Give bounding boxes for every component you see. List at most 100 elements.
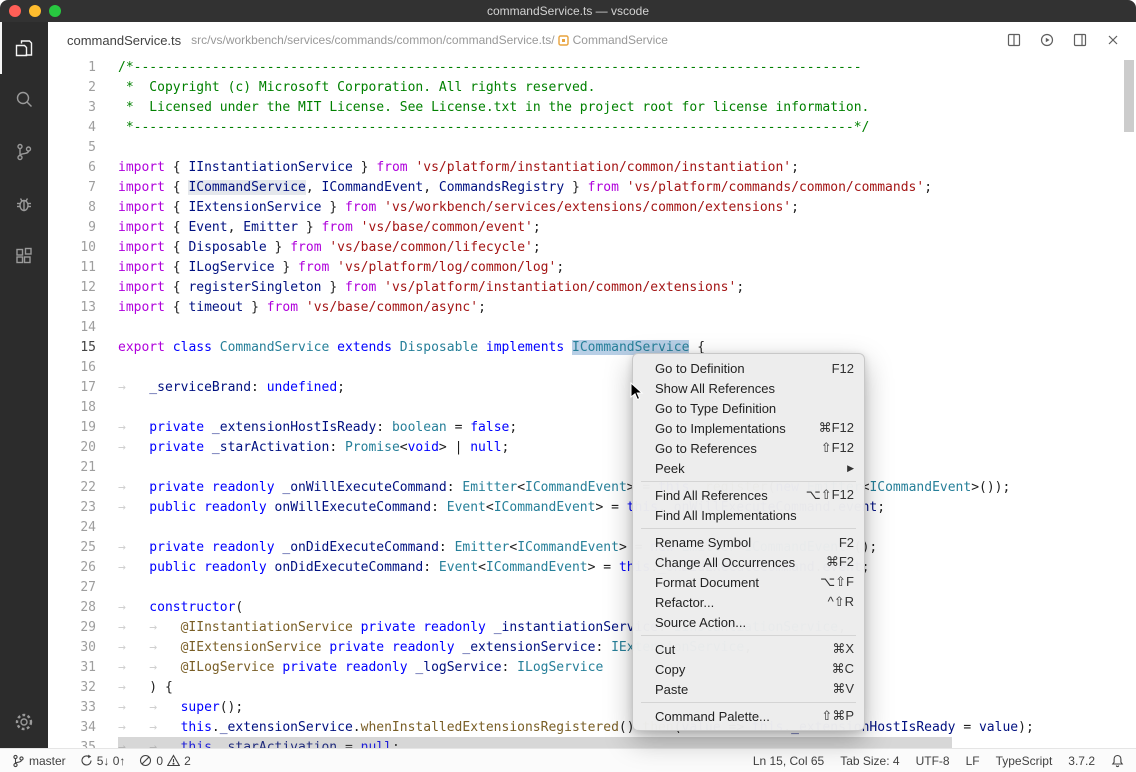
line-number[interactable]: 8: [48, 198, 110, 218]
settings-gear-icon[interactable]: [0, 696, 48, 748]
menu-item-refactor[interactable]: Refactor...^⇧R: [633, 592, 864, 612]
code-line-18[interactable]: 18: [48, 398, 1136, 418]
breadcrumb-symbol[interactable]: CommandService: [555, 33, 668, 47]
line-number[interactable]: 11: [48, 258, 110, 278]
notifications-bell-icon[interactable]: [1111, 754, 1124, 768]
line-number[interactable]: 21: [48, 458, 110, 478]
line-number[interactable]: 22: [48, 478, 110, 498]
menu-item-peek[interactable]: Peek▶: [633, 458, 864, 478]
line-number[interactable]: 16: [48, 358, 110, 378]
line-number[interactable]: 30: [48, 638, 110, 658]
line-number[interactable]: 26: [48, 558, 110, 578]
line-number[interactable]: 19: [48, 418, 110, 438]
code-line-30[interactable]: 30→→@IExtensionService private readonly …: [48, 638, 1136, 658]
line-number[interactable]: 5: [48, 138, 110, 158]
code-editor[interactable]: 1/*-------------------------------------…: [48, 58, 1136, 748]
code-line-9[interactable]: 9import { Event, Emitter } from 'vs/base…: [48, 218, 1136, 238]
debug-icon[interactable]: [0, 178, 48, 230]
menu-item-rename-symbol[interactable]: Rename SymbolF2: [633, 532, 864, 552]
line-number[interactable]: 33: [48, 698, 110, 718]
line-number[interactable]: 27: [48, 578, 110, 598]
menu-item-change-all-occurrences[interactable]: Change All Occurrences⌘F2: [633, 552, 864, 572]
eol-indicator[interactable]: LF: [966, 754, 980, 768]
minimize-window-button[interactable]: [29, 5, 41, 17]
vertical-scrollbar-thumb[interactable]: [1124, 60, 1134, 132]
line-number[interactable]: 25: [48, 538, 110, 558]
code-line-16[interactable]: 16: [48, 358, 1136, 378]
line-number[interactable]: 9: [48, 218, 110, 238]
menu-item-copy[interactable]: Copy⌘C: [633, 659, 864, 679]
language-mode[interactable]: TypeScript: [996, 754, 1053, 768]
code-line-1[interactable]: 1/*-------------------------------------…: [48, 58, 1136, 78]
menu-item-find-all-references[interactable]: Find All References⌥⇧F12: [633, 485, 864, 505]
line-number[interactable]: 17: [48, 378, 110, 398]
code-line-26[interactable]: 26→public readonly onDidExecuteCommand: …: [48, 558, 1136, 578]
line-number[interactable]: 10: [48, 238, 110, 258]
extensions-icon[interactable]: [0, 230, 48, 282]
line-number[interactable]: 20: [48, 438, 110, 458]
line-number[interactable]: 29: [48, 618, 110, 638]
code-line-22[interactable]: 22→private readonly _onWillExecuteComman…: [48, 478, 1136, 498]
menu-item-go-to-implementations[interactable]: Go to Implementations⌘F12: [633, 418, 864, 438]
close-window-button[interactable]: [9, 5, 21, 17]
line-number[interactable]: 6: [48, 158, 110, 178]
code-line-2[interactable]: 2 * Copyright (c) Microsoft Corporation.…: [48, 78, 1136, 98]
menu-item-go-to-definition[interactable]: Go to DefinitionF12: [633, 358, 864, 378]
line-number[interactable]: 18: [48, 398, 110, 418]
code-line-11[interactable]: 11import { ILogService } from 'vs/platfo…: [48, 258, 1136, 278]
run-icon[interactable]: [1039, 32, 1055, 48]
explorer-icon[interactable]: [0, 22, 48, 74]
code-line-23[interactable]: 23→public readonly onWillExecuteCommand:…: [48, 498, 1136, 518]
code-line-33[interactable]: 33→→super();: [48, 698, 1136, 718]
code-line-10[interactable]: 10import { Disposable } from 'vs/base/co…: [48, 238, 1136, 258]
menu-item-command-palette[interactable]: Command Palette...⇧⌘P: [633, 706, 864, 726]
code-line-6[interactable]: 6import { IInstantiationService } from '…: [48, 158, 1136, 178]
line-number[interactable]: 14: [48, 318, 110, 338]
code-line-27[interactable]: 27: [48, 578, 1136, 598]
toggle-layout-icon[interactable]: [1072, 32, 1088, 48]
line-number[interactable]: 23: [48, 498, 110, 518]
line-number[interactable]: 24: [48, 518, 110, 538]
line-number[interactable]: 4: [48, 118, 110, 138]
code-line-14[interactable]: 14: [48, 318, 1136, 338]
line-number[interactable]: 35: [48, 738, 110, 748]
code-line-34[interactable]: 34→→this._extensionService.whenInstalled…: [48, 718, 1136, 738]
code-line-3[interactable]: 3 * Licensed under the MIT License. See …: [48, 98, 1136, 118]
line-number[interactable]: 34: [48, 718, 110, 738]
code-line-4[interactable]: 4 *-------------------------------------…: [48, 118, 1136, 138]
encoding[interactable]: UTF-8: [916, 754, 950, 768]
sync-indicator[interactable]: 5↓ 0↑: [80, 754, 126, 768]
menu-item-find-all-implementations[interactable]: Find All Implementations: [633, 505, 864, 525]
code-line-7[interactable]: 7import { ICommandService, ICommandEvent…: [48, 178, 1136, 198]
menu-item-show-all-references[interactable]: Show All References: [633, 378, 864, 398]
code-line-5[interactable]: 5: [48, 138, 1136, 158]
code-line-32[interactable]: 32→) {: [48, 678, 1136, 698]
code-line-12[interactable]: 12import { registerSingleton } from 'vs/…: [48, 278, 1136, 298]
horizontal-scrollbar-thumb[interactable]: [118, 737, 952, 748]
line-number[interactable]: 12: [48, 278, 110, 298]
code-line-28[interactable]: 28→constructor(: [48, 598, 1136, 618]
tab-size[interactable]: Tab Size: 4: [840, 754, 899, 768]
menu-item-go-to-references[interactable]: Go to References⇧F12: [633, 438, 864, 458]
code-line-25[interactable]: 25→private readonly _onDidExecuteCommand…: [48, 538, 1136, 558]
code-line-31[interactable]: 31→→@ILogService private readonly _logSe…: [48, 658, 1136, 678]
menu-item-go-to-type-definition[interactable]: Go to Type Definition: [633, 398, 864, 418]
line-number[interactable]: 31: [48, 658, 110, 678]
code-line-20[interactable]: 20→private _starActivation: Promise<void…: [48, 438, 1136, 458]
menu-item-cut[interactable]: Cut⌘X: [633, 639, 864, 659]
menu-item-format-document[interactable]: Format Document⌥⇧F: [633, 572, 864, 592]
code-line-17[interactable]: 17→_serviceBrand: undefined;: [48, 378, 1136, 398]
code-line-19[interactable]: 19→private _extensionHostIsReady: boolea…: [48, 418, 1136, 438]
menu-item-paste[interactable]: Paste⌘V: [633, 679, 864, 699]
line-number[interactable]: 3: [48, 98, 110, 118]
line-number[interactable]: 1: [48, 58, 110, 78]
line-number[interactable]: 32: [48, 678, 110, 698]
breadcrumb[interactable]: src/vs/workbench/services/commands/commo…: [191, 33, 668, 47]
split-editor-icon[interactable]: [1006, 32, 1022, 48]
line-number[interactable]: 7: [48, 178, 110, 198]
zoom-window-button[interactable]: [49, 5, 61, 17]
breadcrumb-path[interactable]: src/vs/workbench/services/commands/commo…: [191, 33, 554, 47]
code-line-29[interactable]: 29→→@IInstantiationService private reado…: [48, 618, 1136, 638]
line-number[interactable]: 2: [48, 78, 110, 98]
close-editor-icon[interactable]: [1105, 32, 1121, 48]
